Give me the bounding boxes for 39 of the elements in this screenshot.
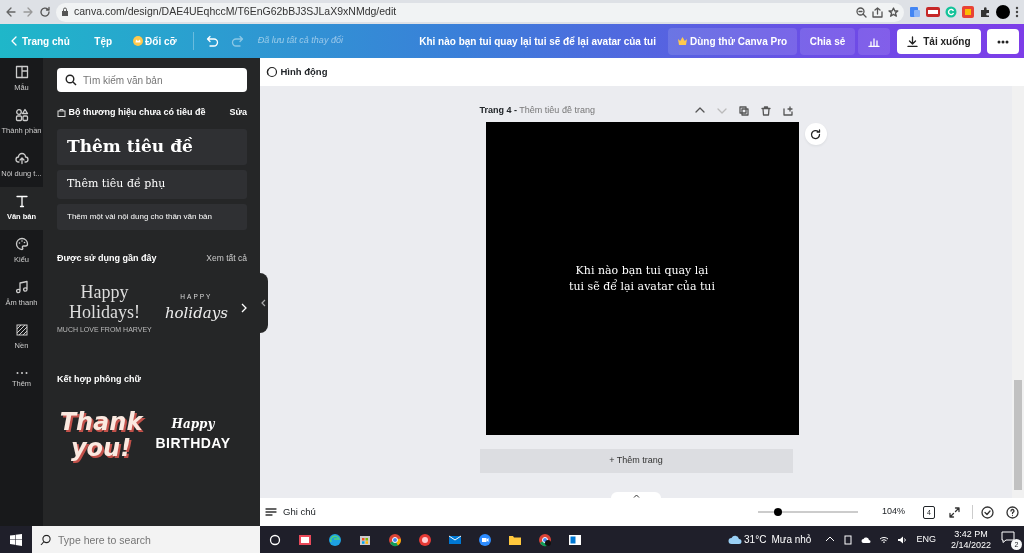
template-text: holidays [164, 302, 228, 324]
canvas-text: Khi nào bạn tui quay lại tui sẽ để lại avatar của tui [568, 262, 716, 295]
clock-date: 2/14/2022 [950, 539, 991, 551]
text-template[interactable]: Happy BIRTHDAY [149, 394, 237, 475]
save-status: Đã lưu tất cả thay đổi [257, 34, 343, 48]
animate-button[interactable]: Hình động [279, 63, 329, 81]
template-text: you! [70, 434, 132, 461]
clock-time: 3:42 PM [954, 528, 988, 540]
add-page-button[interactable]: + Thêm trang [479, 449, 793, 473]
template-text: Thank [59, 408, 143, 435]
pro-trial-button[interactable]: Dùng thử Canva Pro [668, 27, 798, 55]
section-heading: Kết hợp phông chữ [57, 373, 142, 386]
taskbar-clock[interactable]: 3:42 PM 2/14/2022 [950, 528, 991, 551]
section-heading: Được sử dụng gần đây [57, 251, 158, 265]
url-text: canva.com/design/DAE4UEqhccM/T6EnG62bBJ3SJLaX9xNMdg/edit [74, 4, 398, 20]
design-title: Khi nào bạn tui quay lại tui sẽ để lại avatar của tui [419, 34, 656, 49]
page-title: Trang 4 - Thêm tiêu đề trang [479, 103, 596, 117]
template-text: Happy [80, 282, 129, 302]
template-text: BIRTHDAY [155, 434, 231, 453]
see-all-link[interactable]: Xem tất cả [206, 251, 247, 265]
design-page[interactable]: Khi nào bạn tui quay lại tui sẽ để lại avatar của tui [485, 122, 799, 435]
download-button[interactable]: Tải xuống [897, 28, 981, 54]
text-style-button[interactable]: Thêm một vài nội dung cho thân văn bản [57, 203, 247, 230]
share-button[interactable]: Chia sẻ [799, 27, 856, 55]
temperature-text: 31°C [744, 533, 767, 547]
weather-text: Mưa nhỏ [771, 533, 812, 547]
edit-link[interactable]: Sửa [229, 106, 247, 120]
text-style-button[interactable]: Thêm tiêu đề phụ [57, 169, 247, 199]
template-text: Holidays! [68, 302, 140, 322]
taskbar-search-field[interactable]: Type here to search [32, 526, 260, 553]
language-indicator[interactable]: ENG [916, 532, 936, 547]
text-style-button[interactable]: Thêm tiêu đề [57, 128, 247, 165]
text-template[interactable]: Thank you! [57, 394, 145, 475]
address-bar[interactable]: canva.com/design/DAE4UEqhccM/T6EnG62bBJ3SJLaX9xNMdg/edit [56, 2, 904, 22]
notes-button[interactable]: Ghi chú [282, 503, 317, 521]
brand-kit-title: Bộ thương hiệu chưa có tiêu đề [68, 106, 207, 119]
search-field[interactable]: Tìm kiếm văn bản [57, 68, 247, 92]
zoom-percentage: 104% [881, 505, 905, 519]
template-text: Happy [171, 416, 215, 433]
